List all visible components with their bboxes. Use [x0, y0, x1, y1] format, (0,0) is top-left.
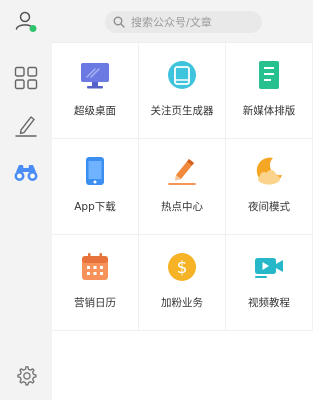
- tablet-icon: [166, 59, 198, 91]
- monitor-icon: [79, 59, 111, 91]
- tool-marketing-calendar[interactable]: 营销日历: [52, 235, 139, 331]
- search-input[interactable]: [131, 15, 251, 29]
- tool-label: 夜间模式: [248, 201, 290, 213]
- tool-follow-page-generator[interactable]: 关注页生成器: [139, 43, 226, 139]
- settings-button[interactable]: [10, 362, 42, 394]
- tool-label: 新媒体排版: [242, 105, 296, 117]
- search-box[interactable]: [105, 11, 262, 33]
- tool-new-media-layout[interactable]: 新媒体排版: [226, 43, 313, 139]
- document-icon: [253, 59, 285, 91]
- tool-video-tutorials[interactable]: 视频教程: [226, 235, 313, 331]
- video-icon: [253, 251, 285, 283]
- calendar-icon: [79, 251, 111, 283]
- sidebar-item-discover[interactable]: [10, 158, 42, 190]
- user-avatar-button[interactable]: [10, 7, 42, 39]
- tool-label: 视频教程: [248, 297, 290, 309]
- search-icon: [113, 13, 125, 32]
- tools-grid: 超级桌面 关注页生成器 新媒体排版 App下载 热点中心 夜间模式 营销日历 $…: [52, 42, 313, 331]
- user-icon: [14, 9, 38, 37]
- tool-label: 营销日历: [74, 297, 116, 309]
- online-status-dot: [29, 25, 37, 32]
- tool-label: 加粉业务: [161, 297, 203, 309]
- tool-label: App下载: [74, 201, 116, 213]
- sidebar: [0, 0, 52, 400]
- coin-icon: $: [166, 251, 198, 283]
- header-bar: [52, 0, 313, 42]
- phone-icon: [79, 155, 111, 187]
- binoculars-icon: [13, 160, 39, 188]
- svg-text:$: $: [177, 258, 188, 278]
- pencil-icon: [166, 155, 198, 187]
- tool-super-desktop[interactable]: 超级桌面: [52, 43, 139, 139]
- tool-follower-growth[interactable]: $ 加粉业务: [139, 235, 226, 331]
- grid-icon: [14, 66, 38, 94]
- moon-icon: [253, 155, 285, 187]
- gear-icon: [15, 365, 37, 391]
- pen-icon: [14, 114, 38, 142]
- sidebar-item-apps[interactable]: [10, 64, 42, 96]
- tool-night-mode[interactable]: 夜间模式: [226, 139, 313, 235]
- tool-label: 关注页生成器: [150, 105, 214, 117]
- tool-app-download[interactable]: App下载: [52, 139, 139, 235]
- tool-label: 超级桌面: [74, 105, 116, 117]
- tool-hot-topics[interactable]: 热点中心: [139, 139, 226, 235]
- tool-label: 热点中心: [161, 201, 203, 213]
- sidebar-item-write[interactable]: [10, 112, 42, 144]
